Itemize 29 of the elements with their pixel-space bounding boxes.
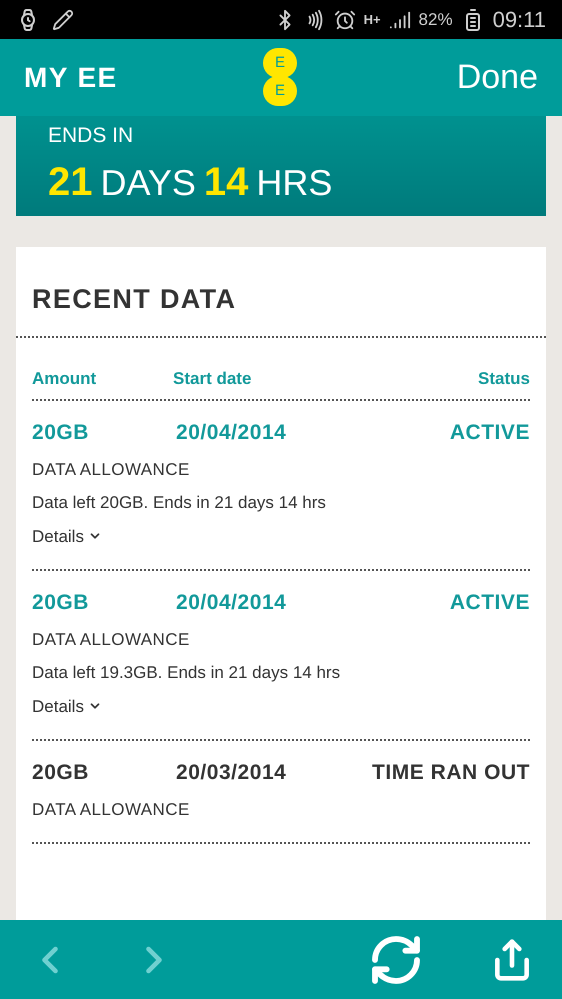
column-header: Amount: [32, 368, 98, 390]
allowance-description: Data left 19.3GB. Ends in 21 days 14 hrs: [32, 662, 342, 684]
start-date-cell-text: 20/04/2014: [176, 590, 286, 616]
column-header: Start date: [173, 368, 252, 390]
amount-cell-text: 20GB: [32, 420, 90, 446]
details-toggle[interactable]: Details: [32, 694, 102, 719]
section-title: RECENT DATA: [32, 283, 238, 316]
amount-cell-text: 20GB: [32, 590, 90, 616]
logo: E E: [263, 49, 297, 105]
allowance-type: DATA ALLOWANCE: [32, 458, 191, 480]
clock: 09:11: [492, 6, 546, 34]
status-cell-text: TIME RAN OUT: [372, 760, 530, 786]
ends-in-label: ENDS IN: [48, 123, 134, 149]
app-title: MY EE: [24, 60, 118, 94]
details-toggle[interactable]: Details: [32, 524, 102, 549]
allowance-description: Data left 20GB. Ends in 21 days 14 hrs: [32, 492, 327, 514]
time-remaining: 21 DAYS 14 HRS: [48, 158, 334, 206]
column-header: Status: [478, 368, 530, 390]
amount-cell-text: 20GB: [32, 760, 90, 786]
start-date-cell-text: 20/04/2014: [176, 420, 286, 446]
status-cell-text: ACTIVE: [450, 420, 530, 446]
start-date-cell-text: 20/03/2014: [176, 760, 286, 786]
status-cell-text: ACTIVE: [450, 590, 530, 616]
alarm-icon: [334, 8, 356, 30]
allowance-type: DATA ALLOWANCE: [32, 798, 191, 820]
network-type: H+: [364, 10, 381, 29]
allowance-type: DATA ALLOWANCE: [32, 628, 191, 650]
battery-percent: 82%: [418, 8, 453, 31]
pencil-icon: [52, 8, 74, 30]
